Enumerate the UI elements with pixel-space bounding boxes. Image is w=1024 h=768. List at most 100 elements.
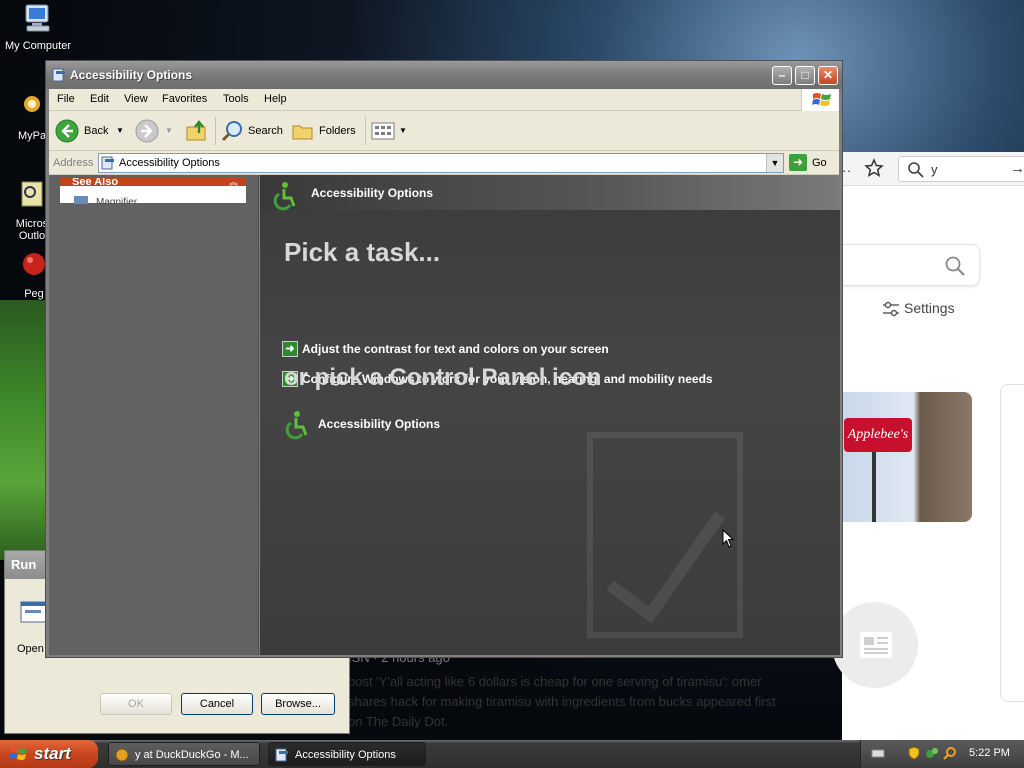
arrow-right-icon[interactable]: → [1010, 160, 1024, 177]
search-label: Search [248, 125, 283, 137]
magnifier-icon [74, 196, 88, 204]
run-open-label: Open [17, 643, 44, 655]
browser-search-box[interactable]: y [898, 156, 1024, 182]
taskbar-item-duckduckgo[interactable]: y at DuckDuckGo - M... [108, 742, 260, 766]
start-button[interactable]: start [0, 740, 98, 768]
see-also-panel: See Also ︽ Magnifier [60, 178, 246, 204]
see-also-magnifier-link[interactable]: Magnifier [96, 196, 137, 204]
menu-favorites[interactable]: Favorites [162, 93, 207, 105]
settings-link[interactable]: Settings [883, 300, 955, 317]
mouse-cursor-icon [722, 529, 735, 548]
news-thumbnail[interactable]: Applebee's [842, 392, 972, 522]
control-panel-icon [275, 748, 288, 762]
control-panel-icon-accessibility-options[interactable]: Accessibility Options [280, 408, 480, 442]
menu-edit[interactable]: Edit [90, 93, 109, 105]
windows-logo-icon [801, 89, 839, 111]
desktop-icon-label: My Computer [4, 40, 72, 52]
icon-label: Accessibility Options [318, 417, 441, 431]
toolbar-separator [215, 117, 216, 145]
pick-task-heading: Pick a task... [284, 237, 441, 267]
toolbar: Back ▼ ▼ Search Folders ▼ [49, 111, 839, 151]
up-folder-icon [186, 120, 206, 141]
menu-view[interactable]: View [124, 93, 148, 105]
up-folder-button[interactable] [185, 117, 211, 145]
windows-flag-icon [10, 747, 27, 760]
outlook-icon [21, 181, 43, 207]
system-tray: 5:22 PM [860, 740, 1024, 768]
background-browser-window: ·· y → Settings Applebee's [832, 152, 1024, 740]
taskbar-item-label: Accessibility Options [295, 749, 396, 761]
menu-file[interactable]: File [57, 93, 75, 105]
go-arrow-icon: ➜ [789, 154, 807, 171]
title-bar[interactable]: Accessibility Options – □ ✕ [46, 61, 842, 89]
more-icon[interactable]: ·· [842, 162, 851, 178]
accessibility-options-window: Accessibility Options – □ ✕ File Edit Vi… [45, 60, 843, 658]
forward-button[interactable]: ▼ [135, 117, 175, 145]
bookmark-star-icon[interactable] [864, 158, 884, 178]
address-bar: Address Accessibility Options ▼ ➜ Go [49, 151, 839, 175]
menu-help[interactable]: Help [264, 93, 287, 105]
browse-button[interactable]: Browse... [261, 693, 335, 715]
browser-icon [115, 748, 129, 762]
menu-bar: File Edit View Favorites Tools Help [49, 89, 839, 111]
views-icon [371, 122, 395, 140]
back-button[interactable]: Back ▼ [55, 117, 125, 145]
start-label: start [34, 744, 71, 763]
search-tray-icon[interactable] [943, 746, 957, 760]
search-button[interactable]: Search [221, 117, 285, 145]
cancel-button[interactable]: Cancel [181, 693, 253, 715]
search-icon [221, 121, 242, 142]
taskbar-item-accessibility-options[interactable]: Accessibility Options [268, 742, 426, 766]
back-arrow-icon [55, 119, 79, 143]
pictures-icon [24, 96, 40, 112]
go-label: Go [812, 157, 827, 169]
search-icon[interactable] [944, 255, 966, 277]
category-title: Accessibility Options [311, 186, 434, 200]
maximize-button[interactable]: □ [795, 66, 815, 85]
views-button[interactable]: ▼ [371, 117, 411, 145]
minimize-button[interactable]: – [772, 66, 792, 85]
see-also-header[interactable]: See Also [60, 178, 246, 186]
side-panel [1000, 384, 1024, 702]
desktop-icon-my-computer[interactable]: My Computer [0, 2, 76, 52]
computer-icon [25, 4, 50, 32]
chevron-down-icon[interactable]: ▼ [116, 117, 124, 145]
collapse-chevron-icon[interactable]: ︽ [229, 178, 238, 187]
clock[interactable]: 5:22 PM [969, 747, 1010, 759]
category-header: Accessibility Options [260, 175, 840, 211]
address-value: Accessibility Options [119, 157, 220, 169]
address-dropdown-chevron-icon[interactable]: ▼ [766, 154, 783, 172]
chevron-down-icon[interactable]: ▼ [399, 117, 407, 145]
close-button[interactable]: ✕ [818, 66, 838, 85]
search-icon [908, 162, 924, 178]
news-snippet[interactable]: post 'Y'all acting like 6 dollars is che… [348, 672, 778, 732]
address-input[interactable]: Accessibility Options ▼ [98, 153, 784, 173]
taskbar: start y at DuckDuckGo - M... Accessibili… [0, 740, 1024, 768]
task-label: Adjust the contrast for text and colors … [302, 342, 609, 356]
forward-arrow-icon [135, 119, 159, 143]
folders-icon [292, 125, 313, 140]
accessibility-icon [285, 411, 308, 440]
page-search-box[interactable] [842, 244, 980, 286]
watermark-icon [587, 432, 743, 638]
toolbar-separator [365, 117, 366, 145]
menu-tools[interactable]: Tools [223, 93, 249, 105]
network-icon[interactable] [925, 746, 939, 760]
folders-button[interactable]: Folders [291, 117, 357, 145]
chevron-down-icon[interactable]: ▼ [165, 117, 173, 145]
control-panel-icon [101, 156, 114, 170]
sign-pole [872, 452, 876, 522]
taskbar-item-label: y at DuckDuckGo - M... [135, 749, 249, 761]
go-button[interactable]: ➜ Go [789, 153, 835, 173]
control-panel-icon [52, 68, 65, 82]
pick-icon-heading: or pick a Control Panel icon [284, 364, 602, 391]
settings-label: Settings [904, 300, 955, 316]
task-pane: See Also ︽ Magnifier [49, 175, 259, 655]
security-shield-icon[interactable] [907, 746, 921, 760]
keyboard-icon[interactable] [871, 746, 885, 760]
sliders-icon [883, 301, 899, 317]
address-label: Address [53, 157, 94, 169]
ok-button[interactable]: OK [100, 693, 172, 715]
back-label: Back [84, 125, 109, 137]
task-arrow-icon: ➜ [282, 341, 298, 357]
